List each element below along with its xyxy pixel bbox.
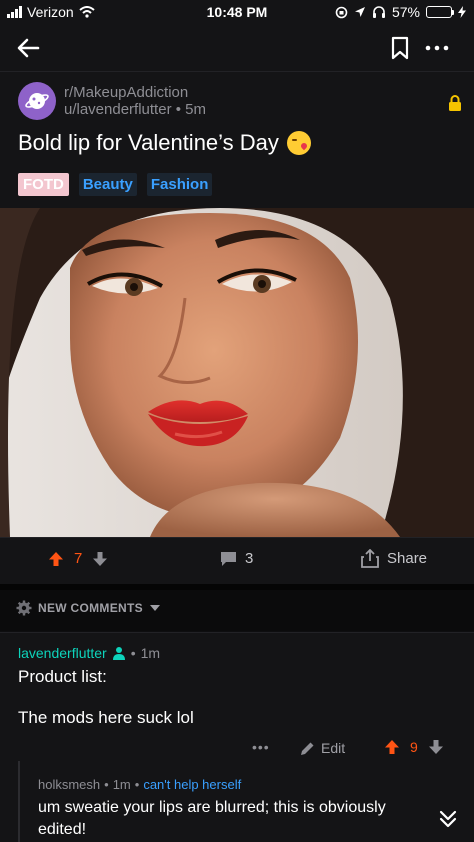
lock-icon [449, 95, 461, 111]
op-person-icon [112, 647, 125, 660]
subreddit-name[interactable]: r/MakeupAddiction [64, 84, 188, 101]
comment-count: 3 [245, 550, 254, 567]
comment-vote-group: 9 [384, 739, 444, 755]
reply-age: 1m [112, 777, 131, 792]
comment-more-button[interactable]: ••• [252, 739, 270, 755]
battery-percent: 57% [391, 4, 420, 20]
flair-fashion[interactable]: Fashion [146, 173, 213, 196]
comment-body-line: Product list: [18, 667, 107, 686]
flair-beauty[interactable]: Beauty [78, 173, 137, 196]
status-icons: 57% [335, 4, 466, 20]
post-title[interactable]: Bold lip for Valentine’s Day [18, 130, 311, 156]
arrow-left-icon[interactable] [14, 34, 42, 62]
meta-separator: • [130, 645, 136, 661]
meta-separator: • [175, 101, 186, 118]
comments-button[interactable]: 3 [220, 550, 253, 567]
upvote-arrow-icon[interactable] [48, 551, 64, 567]
share-icon [361, 549, 379, 568]
post-vote-group: 7 [48, 550, 108, 567]
comment-thread: lavenderflutter • 1m Product list: The m… [0, 632, 474, 842]
reply-body: um sweatie your lips are blurred; this i… [38, 799, 386, 838]
post-author[interactable]: u/lavenderflutter [64, 101, 172, 118]
bookmark-icon[interactable] [390, 36, 410, 60]
chevron-down-icon [149, 605, 160, 611]
flair-row: FOTD Beauty Fashion [18, 173, 213, 196]
edit-button[interactable]: Edit [300, 740, 345, 756]
comment-bubble-icon [221, 551, 236, 566]
comment-actions: ••• Edit 9 [0, 737, 474, 761]
post-age: 5m [185, 101, 207, 118]
comment-vote-count: 9 [410, 739, 418, 755]
post-image[interactable] [0, 208, 474, 537]
post-meta: u/lavenderflutter • 5m [64, 101, 206, 118]
reply-comment: holksmesh • 1m • can't help herself um s… [18, 761, 474, 842]
orientation-lock-icon [335, 6, 348, 18]
reply-meta: holksmesh • 1m • can't help herself [38, 777, 241, 792]
edit-label: Edit [321, 740, 346, 756]
pencil-icon [301, 742, 314, 755]
meta-separator: • [104, 777, 109, 792]
charging-bolt-icon [458, 6, 466, 18]
comment-author-row: lavenderflutter • 1m [18, 645, 160, 661]
location-icon [354, 7, 365, 17]
post-action-bar: 7 3 Share [0, 537, 474, 584]
status-bar: Verizon 10:48 PM 57% [0, 0, 474, 24]
comment-age: 1m [140, 645, 161, 661]
comment-body-line: The mods here suck lol [18, 708, 194, 727]
kissing-face-emoji-icon [286, 131, 311, 155]
portrait-photo [0, 208, 474, 537]
gear-icon [16, 600, 32, 616]
post-title-text: Bold lip for Valentine’s Day [18, 130, 279, 155]
share-button[interactable]: Share [361, 549, 427, 568]
share-label: Share [387, 550, 428, 567]
comment-sort-selector[interactable]: NEW COMMENTS [16, 600, 161, 616]
reply-user-flair: can't help herself [143, 777, 242, 792]
battery-icon [426, 6, 454, 18]
more-horizontal-icon[interactable] [424, 36, 450, 60]
meta-separator: • [134, 777, 140, 792]
comment-author[interactable]: lavenderflutter [18, 645, 107, 661]
upvote-arrow-icon[interactable] [384, 739, 400, 755]
downvote-arrow-icon[interactable] [92, 551, 108, 567]
sort-label: NEW COMMENTS [38, 601, 143, 615]
comment-sort-bar: NEW COMMENTS [0, 584, 474, 631]
headphones-icon [372, 6, 385, 18]
post-vote-count: 7 [74, 550, 83, 567]
downvote-arrow-icon[interactable] [428, 739, 444, 755]
chevron-double-down-icon[interactable] [438, 809, 458, 829]
flair-fotd[interactable]: FOTD [18, 173, 69, 196]
top-nav-bar [0, 24, 474, 72]
planet-icon [25, 93, 49, 109]
reply-author[interactable]: holksmesh [38, 777, 100, 792]
post-header: r/MakeupAddiction u/lavenderflutter • 5m… [0, 72, 474, 208]
subreddit-avatar[interactable] [18, 82, 56, 120]
